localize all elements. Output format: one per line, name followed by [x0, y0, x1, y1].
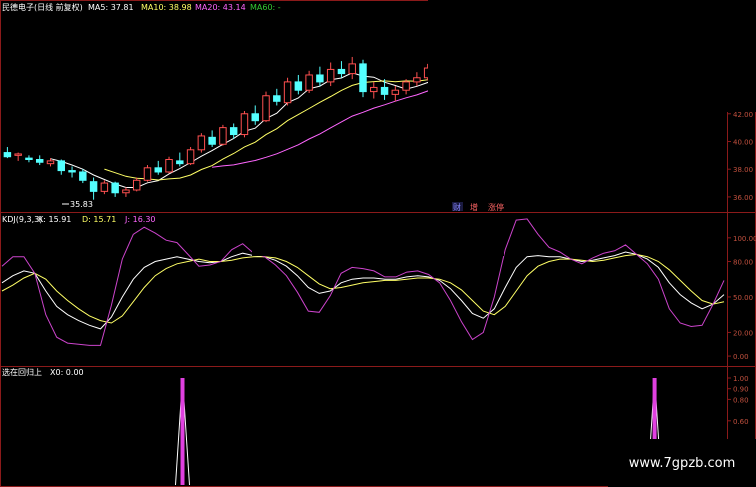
candle-body [132, 179, 141, 191]
candle-body [402, 81, 410, 91]
tag-zhang[interactable]: 涨 [488, 202, 496, 212]
price-tick-label: 40.00 [733, 138, 753, 146]
candle-body [186, 149, 195, 165]
candle-body [46, 160, 55, 165]
candle-body [197, 135, 206, 151]
tag-cai[interactable]: 财 [453, 202, 461, 212]
kdj-tick-label: 50.00 [733, 294, 753, 302]
kdj-d-line [1, 253, 725, 324]
candle-body [143, 167, 152, 181]
signal-tick-label: 0.80 [733, 396, 749, 404]
signal-spike-bar [180, 378, 185, 485]
candle-body [251, 113, 259, 122]
candle-body [154, 167, 162, 173]
candle-body [305, 74, 313, 91]
ma5-label: MA5: 37.81 [88, 3, 134, 12]
ma20-label: MA20: 43.14 [195, 3, 246, 12]
kdj-tick-label: 80.00 [733, 258, 753, 266]
candle-body [89, 181, 98, 192]
kdj-j-label: J: 16.30 [124, 215, 156, 224]
candle-body [294, 81, 303, 91]
candle-body [79, 171, 87, 181]
ma10-label: MA10: 38.98 [141, 3, 192, 12]
candle-body [413, 77, 421, 83]
signal-tick-label: 1.00 [733, 375, 749, 383]
ma60-label: MA60: - [250, 3, 281, 12]
watermark: www.7gpzb.com [608, 439, 756, 487]
candle-body [208, 136, 216, 145]
candle-body [283, 81, 292, 104]
candle-body [391, 89, 400, 95]
low-price-annotation: 35.83 [70, 200, 93, 209]
kdj-axis: 100.00 80.00 50.00 20.00 0.00 [733, 235, 756, 361]
kdj-k-label: K: 15.91 [38, 215, 71, 224]
kdj-tick-label: 100.00 [733, 235, 756, 243]
candle-body [35, 159, 44, 163]
candle-body [240, 113, 249, 136]
kdj-d-label: D: 15.71 [82, 215, 116, 224]
signal-tick-label: 0.90 [733, 386, 749, 394]
kdj-title: KDJ(9,3,3) [2, 215, 42, 224]
candle-body [337, 68, 346, 75]
candle-body [68, 170, 76, 173]
candle-body [176, 160, 184, 165]
tag-zeng[interactable]: 增 [470, 202, 478, 212]
mask-block-middle [252, 230, 504, 256]
kdj-k-line [1, 251, 725, 330]
candle-body [111, 182, 119, 194]
signal-x0-label: X0: 0.00 [50, 368, 84, 377]
candle-body [370, 86, 378, 93]
candle-body [229, 127, 238, 136]
stock-title: 民德电子(日线 前复权) [2, 2, 83, 12]
candle-body [273, 95, 281, 102]
candle-body [57, 160, 66, 172]
kdj-tick-label: 0.00 [733, 353, 749, 361]
price-tick-label: 38.00 [733, 166, 753, 174]
price-tick-label: 36.00 [733, 194, 753, 202]
candle-body [359, 63, 367, 93]
candle-body [14, 153, 22, 156]
candle-body [25, 157, 33, 161]
candle-body [100, 182, 109, 192]
candle-body [316, 74, 324, 83]
kdj-tick-label: 20.00 [733, 329, 753, 337]
signal-title: 选在回归上 [2, 367, 42, 377]
signal-spikes [175, 377, 663, 486]
candle-body [219, 127, 227, 145]
candle-body [3, 152, 12, 158]
candle-body [165, 159, 173, 173]
candle-body [380, 86, 389, 95]
mask-block-top-right [428, 0, 756, 112]
tag-ting[interactable]: 停 [496, 202, 504, 212]
signal-tick-label: 0.60 [733, 418, 749, 426]
candle-body [122, 189, 130, 194]
candle-body [326, 68, 335, 83]
candle-body [348, 63, 356, 75]
candle-body [262, 95, 270, 122]
